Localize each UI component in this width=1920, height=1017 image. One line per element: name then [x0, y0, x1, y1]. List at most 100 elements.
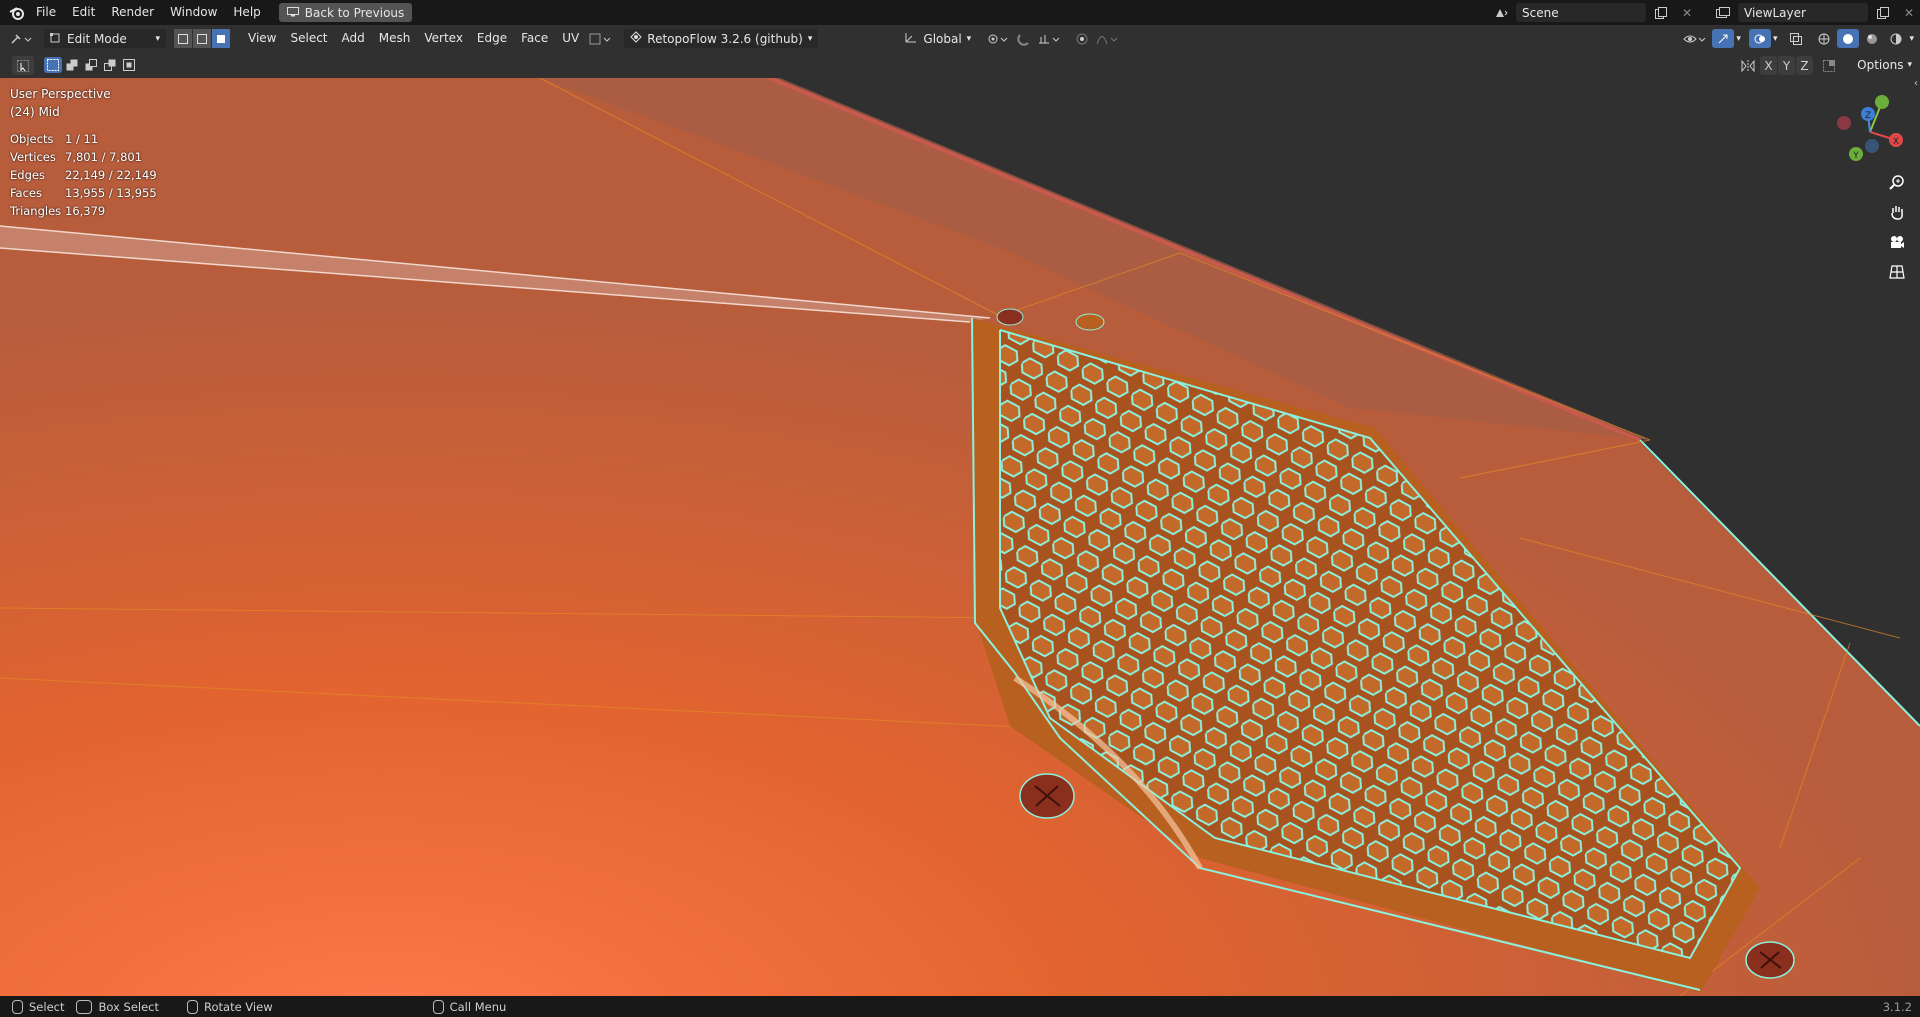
shading-material-icon[interactable]: [1861, 29, 1883, 48]
menu-face[interactable]: Face: [514, 25, 555, 52]
falloff-icon[interactable]: [1093, 29, 1123, 48]
shading-solid-icon[interactable]: [1837, 29, 1860, 48]
snap-target-icon[interactable]: [1035, 29, 1065, 48]
mode-extend-icon[interactable]: [63, 57, 81, 73]
mirror-z-button[interactable]: Z: [1796, 56, 1813, 75]
mirror-axes-group: X Y Z: [1737, 56, 1840, 75]
view-layer-browse-icon[interactable]: [1712, 3, 1734, 22]
menu-uv[interactable]: UV: [555, 25, 586, 52]
menu-add[interactable]: Add: [335, 25, 372, 52]
stats-label: Faces: [10, 186, 42, 200]
face-select-button[interactable]: [212, 29, 230, 48]
zoom-icon[interactable]: [1883, 168, 1911, 196]
mouse-middle-icon: [187, 999, 198, 1014]
stats-label: Edges: [10, 168, 45, 182]
overlays-toggle-icon[interactable]: [1748, 29, 1771, 48]
xray-toggle-icon[interactable]: [1785, 29, 1807, 48]
menu-file[interactable]: File: [28, 0, 64, 25]
chevron-down-icon[interactable]: ▾: [1736, 34, 1741, 44]
stats-value: 16,379: [65, 204, 106, 218]
shading-rendered-icon[interactable]: [1885, 29, 1907, 48]
menu-edit[interactable]: Edit: [64, 0, 103, 25]
svg-text:X: X: [1893, 137, 1899, 147]
view-layer-name: ViewLayer: [1744, 5, 1806, 20]
chevron-down-icon: ▾: [807, 33, 813, 44]
menu-window[interactable]: Window: [162, 0, 225, 25]
menu-mesh[interactable]: Mesh: [372, 25, 418, 52]
shading-wireframe-icon[interactable]: [1813, 29, 1835, 48]
transform-orientation-icon: [904, 31, 918, 46]
snap-toggle-icon[interactable]: [1013, 29, 1035, 48]
edge-select-icon: [197, 33, 207, 44]
mode-set-icon[interactable]: [44, 57, 62, 73]
perspective-grid-icon[interactable]: [1883, 258, 1911, 286]
status-select: Select: [12, 999, 64, 1014]
orientation-dropdown[interactable]: Global ▾: [898, 29, 977, 48]
options-dropdown[interactable]: Options ▾: [1857, 58, 1912, 72]
selection-mode-group: [44, 57, 138, 73]
top-bar: File Edit Render Window Help Back to Pre…: [0, 0, 1920, 25]
3d-viewport[interactable]: User Perspective (24) Mid Objects 1 / 11 …: [0, 78, 1920, 996]
navigation-gizmo[interactable]: X Z Y: [1830, 92, 1910, 172]
copy-view-layer-icon[interactable]: [1872, 3, 1894, 22]
gizmo-toggle-icon[interactable]: [1712, 29, 1735, 48]
pan-hand-icon[interactable]: [1883, 198, 1911, 226]
view-layer-field[interactable]: ViewLayer: [1738, 3, 1868, 22]
menu-help[interactable]: Help: [225, 0, 268, 25]
close-scene-icon[interactable]: ✕: [1676, 3, 1698, 22]
screen-icon: [286, 6, 299, 20]
menu-render[interactable]: Render: [103, 0, 162, 25]
orientation-label: Global: [923, 31, 962, 46]
chevron-down-icon[interactable]: ▾: [1909, 34, 1914, 44]
mouse-right-icon: [432, 999, 444, 1014]
mirror-y-label: Y: [1782, 58, 1791, 73]
screw-hole-left: [1019, 773, 1075, 819]
vertex-select-button[interactable]: [174, 29, 192, 48]
mode-difference-icon[interactable]: [101, 57, 119, 73]
chevron-down-icon[interactable]: ▾: [1773, 34, 1778, 44]
select-tool-icon[interactable]: [12, 56, 34, 75]
status-rotate: Rotate View: [187, 999, 273, 1014]
mirror-z-label: Z: [1800, 58, 1809, 73]
stats-value: 13,955 / 13,955: [65, 186, 157, 200]
stats-row: Triangles 16,379: [10, 202, 157, 220]
scene-name: Scene: [1522, 5, 1559, 20]
blender-logo-icon[interactable]: [6, 3, 28, 22]
top-right-controls: Scene ✕ ViewLayer ✕: [1490, 0, 1920, 25]
mirror-x-button[interactable]: X: [1760, 56, 1777, 75]
collapse-sidebar-icon[interactable]: ‹: [1914, 78, 1918, 89]
stats-value: 1 / 11: [65, 132, 99, 146]
back-to-previous-button[interactable]: Back to Previous: [278, 3, 413, 22]
mode-intersect-icon[interactable]: [120, 57, 138, 73]
menu-select[interactable]: Select: [283, 25, 334, 52]
chevron-down-icon: ▾: [1907, 60, 1912, 70]
uv-sync-dropdown[interactable]: [586, 29, 616, 48]
mirror-y-button[interactable]: Y: [1778, 56, 1795, 75]
menu-vertex[interactable]: Vertex: [417, 25, 470, 52]
mode-dropdown[interactable]: Edit Mode ▾: [44, 29, 166, 48]
menu-view[interactable]: View: [241, 25, 283, 52]
face-select-icon: [217, 34, 225, 43]
visibility-eye-icon[interactable]: [1680, 29, 1710, 48]
editor-type-icon[interactable]: [8, 29, 38, 48]
mode-label: Edit Mode: [67, 31, 127, 46]
mode-subtract-icon[interactable]: [82, 57, 100, 73]
close-view-layer-icon[interactable]: ✕: [1898, 3, 1920, 22]
mirror-icon[interactable]: [1737, 56, 1759, 75]
viewport-collection: (24) Mid: [10, 105, 60, 119]
menu-edge[interactable]: Edge: [470, 25, 514, 52]
auto-merge-icon[interactable]: [1818, 56, 1840, 75]
copy-scene-icon[interactable]: [1650, 3, 1672, 22]
retopoflow-dropdown[interactable]: RetopoFlow 3.2.6 (github) ▾: [624, 29, 819, 48]
svg-text:Z: Z: [1865, 111, 1871, 121]
edge-select-button[interactable]: [193, 29, 211, 48]
stats-label: Objects: [10, 132, 54, 146]
scene-field[interactable]: Scene: [1516, 3, 1646, 22]
chevron-down-icon: ▾: [155, 33, 160, 44]
viewport-perspective: User Perspective: [10, 87, 111, 101]
pivot-point-icon[interactable]: [983, 29, 1013, 48]
proportional-edit-icon[interactable]: [1071, 29, 1093, 48]
retopoflow-icon: [630, 31, 642, 46]
scene-browse-icon[interactable]: [1490, 3, 1512, 22]
camera-icon[interactable]: [1883, 228, 1911, 256]
